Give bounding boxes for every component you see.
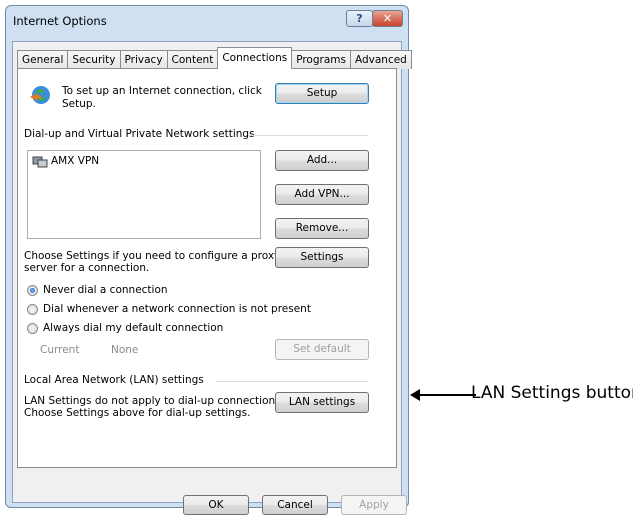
vpn-connection-icon: [32, 155, 48, 168]
tab-security[interactable]: Security: [67, 50, 121, 69]
window-title: Internet Options: [13, 14, 107, 28]
lan-text-line2: Choose Settings above for dial-up settin…: [24, 407, 251, 419]
tab-strip: General Security Privacy Content Connect…: [17, 47, 412, 69]
callout-line: [416, 394, 476, 396]
setup-text-line2: Setup.: [62, 98, 96, 110]
setup-button[interactable]: Setup: [275, 83, 369, 104]
internet-options-window: Internet Options ? ✕ General Security Pr…: [5, 5, 412, 515]
lan-section-label: Local Area Network (LAN) settings: [24, 374, 204, 386]
remove-button[interactable]: Remove...: [275, 218, 369, 239]
tab-connections[interactable]: Connections: [217, 47, 293, 69]
callout-label: LAN Settings button: [471, 383, 633, 403]
dial-option-label: Never dial a connection: [43, 284, 168, 296]
tab-content[interactable]: Content: [166, 50, 219, 69]
radio-unselected-icon[interactable]: [27, 304, 38, 315]
dial-option-never[interactable]: Never dial a connection: [27, 284, 267, 298]
apply-button[interactable]: Apply: [341, 495, 407, 515]
add-button[interactable]: Add...: [275, 150, 369, 171]
setup-text-line1: To set up an Internet connection, click: [62, 85, 262, 97]
current-label: Current: [40, 344, 80, 356]
dial-option-always[interactable]: Always dial my default connection: [27, 322, 267, 336]
set-default-button[interactable]: Set default: [275, 339, 369, 360]
dial-option-whenever[interactable]: Dial whenever a network connection is no…: [27, 303, 311, 317]
lan-section-divider: [216, 381, 368, 382]
internet-globe-icon: [28, 83, 52, 107]
tab-general[interactable]: General: [17, 50, 69, 69]
vpn-section-divider: [248, 135, 368, 136]
proxy-text-line2: server for a connection.: [24, 262, 150, 274]
lan-settings-button[interactable]: LAN settings: [275, 392, 369, 413]
tab-programs[interactable]: Programs: [291, 50, 351, 69]
ok-button[interactable]: OK: [183, 495, 249, 515]
help-button[interactable]: ?: [346, 10, 373, 27]
dialog-client-area: General Security Privacy Content Connect…: [12, 41, 412, 515]
close-button[interactable]: ✕: [372, 10, 403, 27]
list-item-label: AMX VPN: [51, 155, 100, 167]
title-bar[interactable]: Internet Options ? ✕: [6, 6, 408, 34]
dial-option-label: Dial whenever a network connection is no…: [43, 303, 311, 315]
connections-listbox[interactable]: AMX VPN: [27, 150, 261, 239]
vpn-section-label: Dial-up and Virtual Private Network sett…: [24, 128, 255, 140]
settings-button[interactable]: Settings: [275, 247, 369, 268]
current-value: None: [111, 344, 139, 356]
cancel-button[interactable]: Cancel: [262, 495, 328, 515]
connections-tab-page: To set up an Internet connection, click …: [17, 68, 397, 468]
tab-privacy[interactable]: Privacy: [119, 50, 168, 69]
radio-unselected-icon[interactable]: [27, 323, 38, 334]
add-vpn-button[interactable]: Add VPN...: [275, 184, 369, 205]
tab-advanced[interactable]: Advanced: [349, 50, 412, 69]
dial-option-label: Always dial my default connection: [43, 322, 224, 334]
radio-selected-icon[interactable]: [27, 285, 38, 296]
